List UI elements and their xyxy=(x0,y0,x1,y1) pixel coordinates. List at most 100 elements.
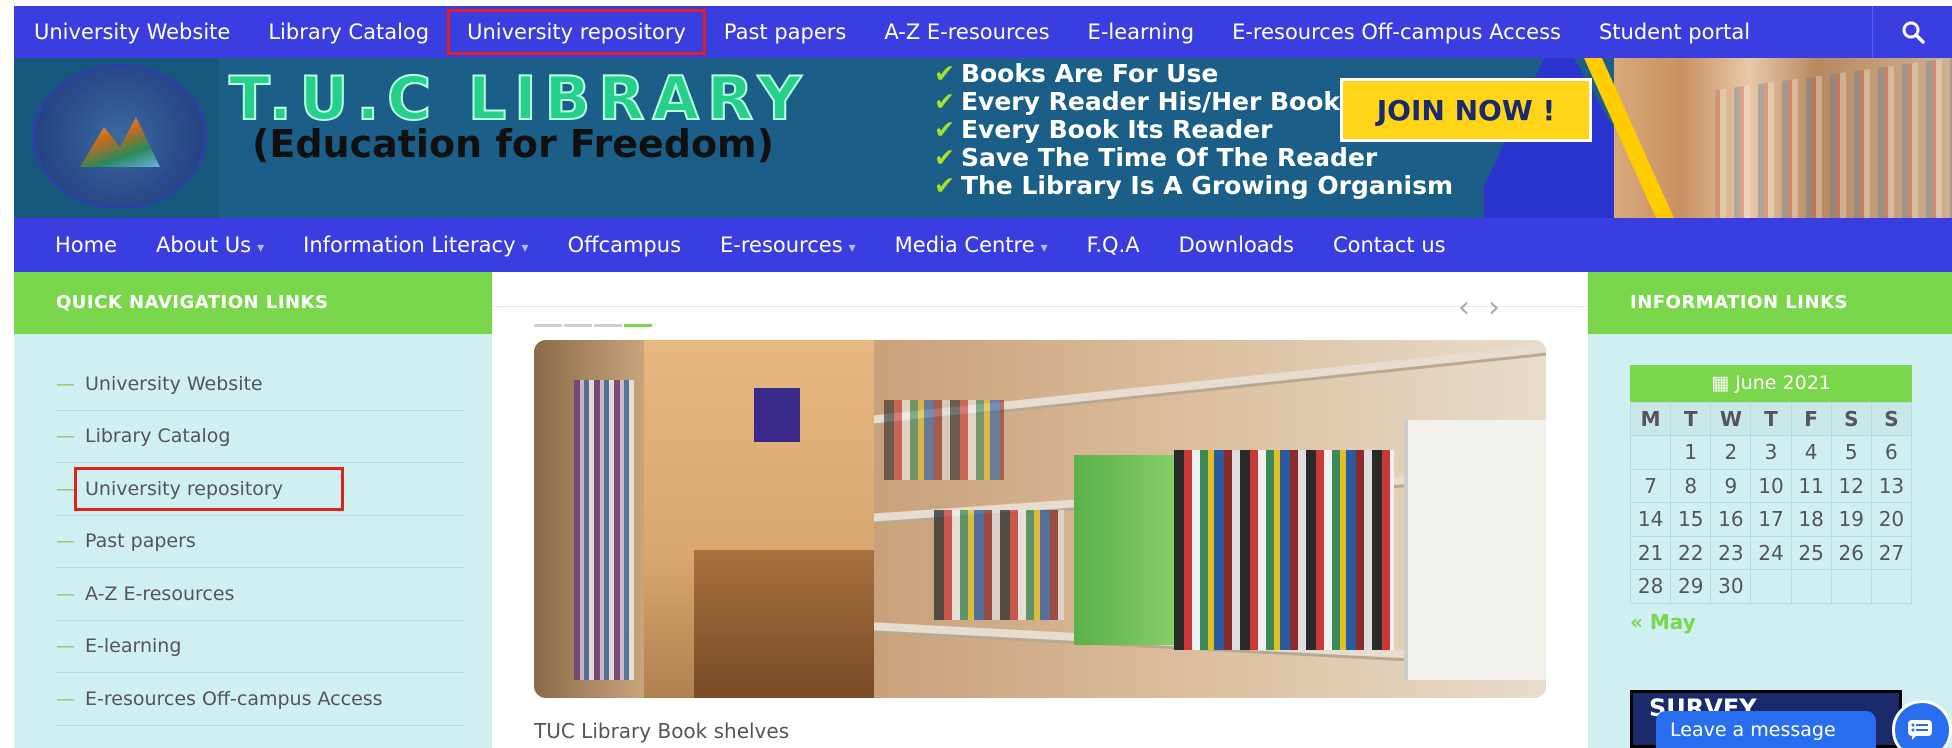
information-links-sidebar: INFORMATION LINKS ▦ June 2021 M T W T F … xyxy=(1588,272,1952,748)
leave-message-button[interactable]: Leave a message xyxy=(1656,711,1876,748)
quick-link-elearning[interactable]: — E-learning xyxy=(56,621,464,673)
nav-contact-us[interactable]: Contact us xyxy=(1333,233,1446,257)
topbar-link-offcampus-access[interactable]: E-resources Off-campus Access xyxy=(1213,12,1580,52)
calendar-prev-month-link[interactable]: « May xyxy=(1630,610,1912,634)
caret-down-icon: ▾ xyxy=(257,240,265,256)
caret-down-icon: ▾ xyxy=(1040,240,1048,256)
nav-about-us[interactable]: About Us ▾ xyxy=(156,233,264,257)
slider-divider xyxy=(492,306,1588,307)
quick-navigation-heading: QUICK NAVIGATION LINKS xyxy=(14,272,492,334)
banner-subtitle: (Education for Freedom) xyxy=(252,122,775,166)
calendar-day: 12 xyxy=(1830,468,1872,503)
main-navigation: Home About Us ▾ Information Literacy ▾ Off… xyxy=(14,218,1952,272)
calendar-day: 27 xyxy=(1870,535,1913,570)
weekday-header: F xyxy=(1790,402,1832,436)
nav-home[interactable]: Home xyxy=(55,233,117,257)
slide-image-bookshelves xyxy=(534,340,1546,698)
calendar-day: 9 xyxy=(1710,468,1752,503)
weekday-header: M xyxy=(1629,402,1672,436)
calendar-week: 21 22 23 24 25 26 27 xyxy=(1629,535,1913,570)
calendar-day: 3 xyxy=(1750,435,1792,470)
chat-icon xyxy=(1908,720,1932,740)
calendar-day: 29 xyxy=(1670,569,1712,604)
calendar-day: 4 xyxy=(1790,435,1832,470)
slider-dot-active[interactable] xyxy=(624,324,652,327)
nav-information-literacy[interactable]: Information Literacy ▾ xyxy=(303,233,528,257)
calendar-week: 14 15 16 17 18 19 20 xyxy=(1629,502,1913,537)
slider-dot[interactable] xyxy=(594,324,622,327)
calendar-day: 20 xyxy=(1870,502,1913,537)
chevron-left-icon[interactable]: ‹ xyxy=(1458,290,1470,325)
check-icon: ✔ xyxy=(934,171,955,200)
image-slider: ‹ › TUC Library Book shelves xyxy=(492,272,1588,748)
calendar-day: 25 xyxy=(1790,535,1832,570)
calendar-day: 23 xyxy=(1710,535,1752,570)
calendar-week: 28 29 30 xyxy=(1629,569,1913,604)
search-button[interactable] xyxy=(1872,6,1952,58)
weekday-header: S xyxy=(1870,402,1913,436)
logo-area xyxy=(14,58,219,218)
slide-caption: TUC Library Book shelves xyxy=(534,719,790,743)
slider-dot[interactable] xyxy=(534,324,562,327)
university-logo[interactable] xyxy=(32,64,207,209)
quick-navigation-list: — University Website — Library Catalog — Un… xyxy=(14,334,492,726)
information-links-heading: INFORMATION LINKS xyxy=(1588,272,1952,334)
weekday-header: W xyxy=(1710,402,1752,436)
calendar-day xyxy=(1790,569,1832,604)
calendar-day: 2 xyxy=(1710,435,1752,470)
calendar-icon: ▦ xyxy=(1711,372,1730,394)
calendar-day: 5 xyxy=(1830,435,1872,470)
topbar-link-university-repository[interactable]: University repository xyxy=(447,9,706,55)
calendar-day: 21 xyxy=(1629,535,1672,570)
motto-line: ✔ The Library Is A Growing Organism xyxy=(934,171,1454,200)
check-icon: ✔ xyxy=(934,143,955,172)
nav-downloads[interactable]: Downloads xyxy=(1179,233,1294,257)
nav-eresources[interactable]: E-resources ▾ xyxy=(720,233,856,257)
calendar-widget: ▦ June 2021 M T W T F S S 1 2 3 4 5 6 7 … xyxy=(1629,365,1913,634)
library-banner: T.U.C LIBRARY (Education for Freedom) ✔ B… xyxy=(14,58,1952,218)
calendar-day: 26 xyxy=(1830,535,1872,570)
calendar-day: 10 xyxy=(1750,468,1792,503)
calendar-day: 13 xyxy=(1870,468,1913,503)
top-navigation-bar: University Website Library Catalog Unive… xyxy=(14,6,1952,58)
quick-link-university-website[interactable]: — University Website xyxy=(56,358,464,411)
calendar-day: 19 xyxy=(1830,502,1872,537)
topbar-link-library-catalog[interactable]: Library Catalog xyxy=(249,12,448,52)
nav-media-centre[interactable]: Media Centre ▾ xyxy=(895,233,1048,257)
chevron-right-icon[interactable]: › xyxy=(1488,290,1500,325)
quick-link-az-eresources[interactable]: — A-Z E-resources xyxy=(56,568,464,621)
calendar-caption: ▦ June 2021 xyxy=(1630,365,1912,402)
caret-down-icon: ▾ xyxy=(848,240,856,256)
calendar-day: 7 xyxy=(1629,468,1672,503)
calendar-day: 17 xyxy=(1750,502,1792,537)
quick-link-university-repository[interactable]: — University repository xyxy=(56,463,464,516)
topbar-link-student-portal[interactable]: Student portal xyxy=(1580,12,1769,52)
topbar-link-az-eresources[interactable]: A-Z E-resources xyxy=(865,12,1068,52)
quick-link-offcampus-access[interactable]: — E-resources Off-campus Access xyxy=(56,673,464,726)
topbar-link-elearning[interactable]: E-learning xyxy=(1069,12,1214,52)
calendar-day: 30 xyxy=(1710,569,1752,604)
weekday-header: T xyxy=(1670,402,1712,436)
search-icon xyxy=(1902,21,1925,44)
motto-line: ✔ Save The Time Of The Reader xyxy=(934,143,1378,172)
calendar-day: 22 xyxy=(1670,535,1712,570)
nav-offcampus[interactable]: Offcampus xyxy=(568,233,681,257)
calendar-day: 8 xyxy=(1670,468,1712,503)
weekday-header: S xyxy=(1830,402,1872,436)
calendar-day: 28 xyxy=(1629,569,1672,604)
calendar-day xyxy=(1629,435,1672,470)
topbar-link-past-papers[interactable]: Past papers xyxy=(705,12,865,52)
banner-bookshelf-image xyxy=(1614,58,1952,218)
quick-link-past-papers[interactable]: — Past papers xyxy=(56,516,464,568)
calendar-day: 14 xyxy=(1629,502,1672,537)
calendar-day: 11 xyxy=(1790,468,1832,503)
nav-fqa[interactable]: F.Q.A xyxy=(1087,233,1140,257)
slider-indicators xyxy=(534,324,652,327)
join-now-button[interactable]: JOIN NOW ! xyxy=(1340,78,1592,142)
quick-navigation-sidebar: QUICK NAVIGATION LINKS — University Websi… xyxy=(14,272,492,748)
calendar-day xyxy=(1830,569,1872,604)
calendar-day: 18 xyxy=(1790,502,1832,537)
quick-link-library-catalog[interactable]: — Library Catalog xyxy=(56,411,464,463)
slider-dot[interactable] xyxy=(564,324,592,327)
topbar-link-university-website[interactable]: University Website xyxy=(14,12,249,52)
